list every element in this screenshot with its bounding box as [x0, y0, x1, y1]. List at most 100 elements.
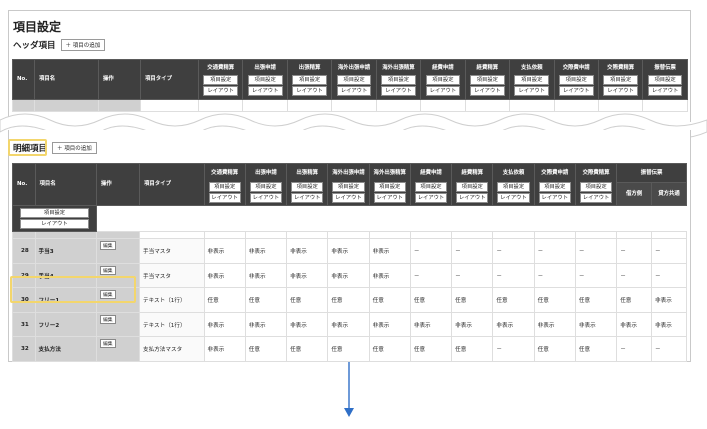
layout-button[interactable]: レイアウト	[469, 86, 505, 97]
item-setting-button[interactable]: 項目設定	[332, 182, 365, 193]
header-add-item-button[interactable]: ＋ 項目の追加	[60, 39, 106, 51]
layout-button[interactable]: レイアウト	[291, 193, 324, 204]
row-value-cell[interactable]: 非表示	[244, 262, 288, 289]
row-value-cell[interactable]: 非表示	[203, 262, 246, 289]
row-value-cell[interactable]: －	[533, 238, 576, 264]
row-value-cell[interactable]: －	[409, 262, 453, 289]
row-value-cell[interactable]: 非表示	[203, 311, 246, 338]
row-value-cell[interactable]: 非表示	[244, 238, 288, 264]
row-value-cell[interactable]: 非表示	[203, 238, 246, 264]
row-value-cell[interactable]: －	[533, 262, 576, 289]
item-setting-button[interactable]: 項目設定	[647, 74, 683, 85]
item-setting-button[interactable]: 項目設定	[579, 182, 613, 193]
item-setting-button[interactable]: 項目設定	[336, 74, 372, 85]
row-value-cell[interactable]: 任意	[409, 287, 453, 313]
layout-button[interactable]: レイアウト	[425, 86, 461, 97]
layout-button[interactable]: レイアウト	[381, 86, 416, 97]
row-value-cell[interactable]: －	[616, 262, 652, 289]
row-value-cell[interactable]: 任意	[286, 287, 329, 313]
item-setting-button[interactable]: 項目設定	[208, 182, 241, 193]
item-setting-button[interactable]: 項目設定	[249, 182, 282, 193]
row-value-cell[interactable]: 非表示	[327, 238, 370, 264]
item-setting-button[interactable]: 項目設定	[538, 182, 571, 193]
row-value-cell[interactable]: 非表示	[409, 311, 453, 338]
item-setting-button[interactable]: 項目設定	[203, 74, 239, 85]
layout-button[interactable]: レイアウト	[20, 219, 89, 230]
item-setting-button[interactable]: 項目設定	[497, 182, 530, 193]
row-value-cell[interactable]: 非表示	[244, 311, 288, 338]
item-setting-button[interactable]: 項目設定	[20, 208, 89, 219]
row-value-cell[interactable]: 任意	[451, 336, 494, 362]
row-value-cell[interactable]: －	[492, 238, 535, 264]
row-value-cell[interactable]: －	[492, 262, 535, 289]
row-value-cell[interactable]: 任意	[203, 287, 246, 313]
item-setting-button[interactable]: 項目設定	[514, 74, 550, 85]
row-value-cell[interactable]: 非表示	[286, 262, 329, 289]
layout-button[interactable]: レイアウト	[647, 86, 683, 97]
layout-button[interactable]: レイアウト	[456, 193, 489, 204]
row-value-cell[interactable]: －	[616, 238, 652, 264]
row-value-cell[interactable]: 任意	[492, 287, 535, 313]
row-value-cell[interactable]: 任意	[286, 336, 329, 362]
layout-button[interactable]: レイアウト	[373, 193, 406, 204]
row-value-cell[interactable]: －	[574, 238, 618, 264]
row-value-cell[interactable]: －	[574, 262, 618, 289]
row-value-cell[interactable]: －	[616, 336, 652, 362]
layout-button[interactable]: レイアウト	[603, 86, 639, 97]
row-value-cell[interactable]: －	[409, 238, 453, 264]
edit-button[interactable]: 編集	[99, 314, 116, 324]
row-value-cell[interactable]: 非表示	[203, 336, 246, 362]
row-value-cell[interactable]: 非表示	[651, 311, 687, 338]
row-value-cell[interactable]: 任意	[327, 336, 370, 362]
row-value-cell[interactable]: －	[651, 238, 687, 264]
layout-button[interactable]: レイアウト	[247, 86, 283, 97]
layout-button[interactable]: レイアウト	[579, 193, 613, 204]
row-value-cell[interactable]: 非表示	[286, 311, 329, 338]
row-value-cell[interactable]: 任意	[244, 287, 288, 313]
row-value-cell[interactable]: 任意	[327, 287, 370, 313]
row-value-cell[interactable]: 非表示	[368, 238, 411, 264]
row-value-cell[interactable]: －	[651, 262, 687, 289]
row-value-cell[interactable]: －	[451, 262, 494, 289]
row-value-cell[interactable]: 任意	[533, 336, 576, 362]
row-value-cell[interactable]: 非表示	[574, 311, 618, 338]
row-value-cell[interactable]: 非表示	[327, 262, 370, 289]
item-setting-button[interactable]: 項目設定	[456, 182, 489, 193]
row-value-cell[interactable]: 任意	[533, 287, 576, 313]
detail-add-item-button[interactable]: ＋ 項目の追加	[52, 142, 97, 154]
layout-button[interactable]: レイアウト	[203, 86, 239, 97]
item-setting-button[interactable]: 項目設定	[291, 182, 324, 193]
row-value-cell[interactable]: －	[451, 238, 494, 264]
row-value-cell[interactable]: 任意	[451, 287, 494, 313]
row-value-cell[interactable]: －	[651, 336, 687, 362]
item-setting-button[interactable]: 項目設定	[425, 74, 461, 85]
edit-button[interactable]: 編集	[99, 339, 116, 349]
row-value-cell[interactable]: 非表示	[286, 238, 329, 264]
item-setting-button[interactable]: 項目設定	[292, 74, 327, 85]
layout-button[interactable]: レイアウト	[414, 193, 448, 204]
row-value-cell[interactable]: 任意	[574, 336, 618, 362]
row-value-cell[interactable]: 非表示	[368, 311, 411, 338]
row-value-cell[interactable]: 非表示	[327, 311, 370, 338]
row-value-cell[interactable]: 非表示	[533, 311, 576, 338]
layout-button[interactable]: レイアウト	[249, 193, 282, 204]
layout-button[interactable]: レイアウト	[336, 86, 372, 97]
item-setting-button[interactable]: 項目設定	[247, 74, 283, 85]
layout-button[interactable]: レイアウト	[208, 193, 241, 204]
edit-button[interactable]: 編集	[99, 265, 116, 275]
row-value-cell[interactable]: 非表示	[492, 311, 535, 338]
layout-button[interactable]: レイアウト	[538, 193, 571, 204]
row-value-cell[interactable]: －	[492, 336, 535, 362]
row-value-cell[interactable]: 任意	[574, 287, 618, 313]
row-value-cell[interactable]: 任意	[409, 336, 453, 362]
row-value-cell[interactable]: 任意	[616, 287, 652, 313]
layout-button[interactable]: レイアウト	[558, 86, 594, 97]
item-setting-button[interactable]: 項目設定	[603, 74, 639, 85]
item-setting-button[interactable]: 項目設定	[373, 182, 406, 193]
row-value-cell[interactable]: 非表示	[651, 287, 687, 313]
layout-button[interactable]: レイアウト	[332, 193, 365, 204]
item-setting-button[interactable]: 項目設定	[414, 182, 448, 193]
row-value-cell[interactable]: 任意	[368, 287, 411, 313]
row-value-cell[interactable]: 非表示	[616, 311, 652, 338]
layout-button[interactable]: レイアウト	[514, 86, 550, 97]
